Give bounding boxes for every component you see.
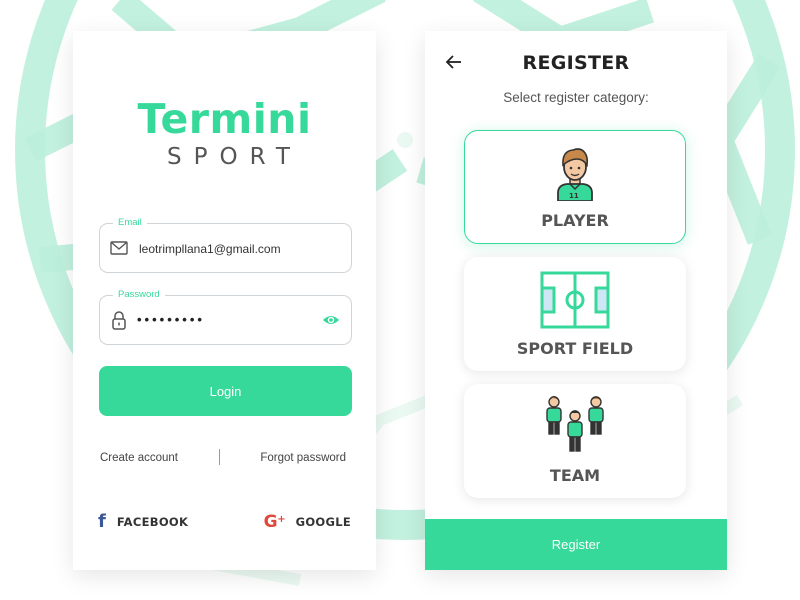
password-label: Password [113, 289, 165, 301]
brand-subtitle: SPORT [167, 144, 302, 170]
register-title: REGISTER [522, 52, 630, 74]
padlock-icon [112, 311, 126, 330]
envelope-icon [110, 241, 128, 255]
facebook-label: FACEBOOK [116, 515, 189, 529]
category-sport-field-label: SPORT FIELD [516, 339, 634, 358]
category-team-label: TEAM [549, 466, 601, 485]
category-player[interactable]: 11 PLAYER [464, 130, 686, 244]
register-button[interactable]: Register [425, 519, 727, 570]
google-plus-icon: G + [263, 512, 286, 532]
brand-title: Termini [137, 95, 312, 143]
login-card: Termini SPORT Email leotrimpllana1@gmail… [73, 31, 376, 570]
email-label: Email [113, 217, 147, 229]
facebook-icon: f [98, 511, 106, 532]
sport-field-icon [540, 271, 610, 329]
player-icon: 11 [557, 148, 593, 201]
password-value: ••••••••• [137, 312, 205, 327]
svg-text:11: 11 [569, 192, 579, 200]
password-field[interactable]: Password ••••••••• [99, 289, 352, 345]
links-divider [219, 449, 220, 465]
email-field[interactable]: Email leotrimpllana1@gmail.com [99, 217, 352, 273]
google-label: GOOGLE [295, 515, 351, 529]
register-subtitle: Select register category: [503, 90, 649, 105]
category-sport-field[interactable]: SPORT FIELD [464, 257, 686, 371]
login-button[interactable]: Login [99, 366, 352, 416]
google-login-button[interactable]: G + GOOGLE [264, 512, 351, 532]
email-value: leotrimpllana1@gmail.com [139, 242, 281, 256]
forgot-password-link[interactable]: Forgot password [260, 451, 346, 465]
create-account-link[interactable]: Create account [100, 451, 178, 465]
category-team[interactable]: TEAM [464, 384, 686, 498]
team-icon [546, 396, 604, 452]
category-player-label: PLAYER [541, 211, 609, 230]
register-card: REGISTER Select register category: 11 PL… [425, 31, 727, 570]
facebook-login-button[interactable]: f FACEBOOK [98, 512, 188, 532]
eye-icon[interactable] [322, 313, 340, 327]
